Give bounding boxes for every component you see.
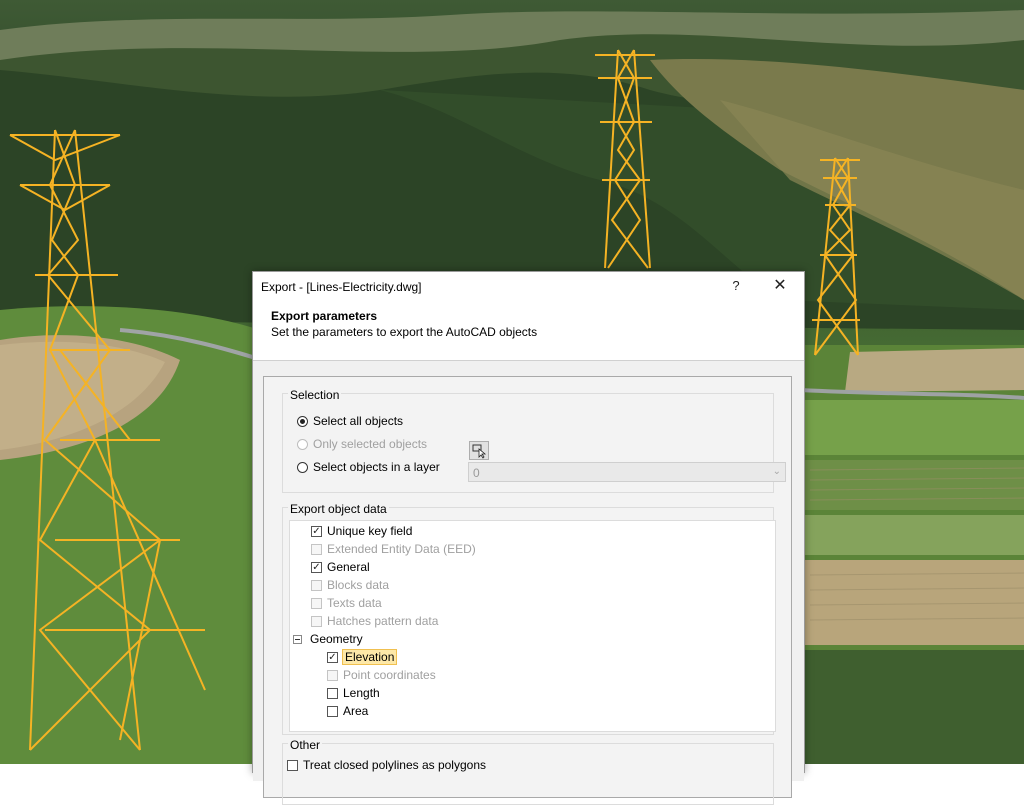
checkbox-texts[interactable] [311, 597, 322, 609]
dialog-titlebar[interactable]: Export - [Lines-Electricity.dwg] ? ✕ [253, 272, 804, 302]
selection-group: Selection Select all objects Only select… [282, 388, 786, 493]
header-subtitle: Set the parameters to export the AutoCAD… [271, 325, 538, 339]
tree-node-geometry-label: Geometry [310, 632, 363, 646]
tree-item-eed[interactable]: Extended Entity Data (EED) [311, 540, 476, 558]
tree-item-hatches[interactable]: Hatches pattern data [311, 612, 438, 630]
tree-item-label: General [327, 560, 370, 574]
checkbox-general[interactable] [311, 561, 322, 573]
tree-item-label: Hatches pattern data [327, 614, 439, 628]
checkbox-length[interactable] [327, 687, 338, 699]
dialog-title: Export - [Lines-Electricity.dwg] [261, 280, 422, 294]
checkbox-area[interactable] [327, 705, 338, 717]
radio-select-layer-label: Select objects in a layer [313, 460, 440, 474]
tree-item-area[interactable]: Area [327, 702, 368, 720]
layer-dropdown-value: 0 [473, 466, 480, 480]
other-group-label: Other [288, 738, 323, 752]
tree-item-label: Length [343, 686, 380, 700]
dialog-header: Export parameters Set the parameters to … [253, 302, 804, 361]
header-title: Export parameters [271, 309, 378, 323]
tree-item-label: Extended Entity Data (EED) [327, 542, 476, 556]
treat-closed-label: Treat closed polylines as polygons [303, 758, 486, 772]
tree-item-blocks[interactable]: Blocks data [311, 576, 389, 594]
export-data-tree[interactable]: Unique key field Extended Entity Data (E… [289, 520, 776, 732]
layer-dropdown[interactable]: 0 ⌄ [468, 462, 786, 482]
checkbox-treat-closed[interactable] [287, 759, 298, 771]
checkbox-point-coordinates[interactable] [327, 669, 338, 681]
checkbox-elevation[interactable] [327, 651, 338, 663]
tree-item-label: Elevation [341, 649, 398, 665]
tree-item-unique-key[interactable]: Unique key field [311, 522, 412, 540]
checkbox-hatches[interactable] [311, 615, 322, 627]
tree-item-texts[interactable]: Texts data [311, 594, 382, 612]
tree-item-length[interactable]: Length [327, 684, 380, 702]
export-object-data-label: Export object data [288, 502, 389, 516]
pick-objects-button[interactable] [469, 441, 489, 460]
tree-item-elevation[interactable]: Elevation [327, 648, 398, 666]
tree-item-label: Blocks data [327, 578, 390, 592]
checkbox-blocks[interactable] [311, 579, 322, 591]
radio-select-layer[interactable]: Select objects in a layer [297, 458, 440, 476]
checkbox-eed[interactable] [311, 543, 322, 555]
tree-item-label: Unique key field [327, 524, 413, 538]
tree-item-point-coordinates[interactable]: Point coordinates [327, 666, 436, 684]
radio-select-layer-indicator[interactable] [297, 461, 308, 473]
options-panel[interactable]: Selection Select all objects Only select… [263, 376, 792, 805]
chevron-down-icon: ⌄ [772, 466, 781, 477]
tree-item-general[interactable]: General [311, 558, 370, 576]
export-dialog: Export - [Lines-Electricity.dwg] ? ✕ Exp… [252, 271, 805, 805]
export-object-data-group: Export object data Unique key field Exte… [282, 502, 776, 735]
radio-only-selected[interactable]: Only selected objects [297, 435, 427, 453]
pick-cursor-icon [472, 444, 487, 459]
collapse-icon[interactable] [293, 634, 302, 644]
dialog-body: Selection Select all objects Only select… [253, 361, 804, 805]
radio-select-all[interactable]: Select all objects [297, 412, 403, 430]
radio-select-all-indicator[interactable] [297, 415, 308, 427]
checkbox-unique-key[interactable] [311, 525, 322, 537]
close-button[interactable]: ✕ [769, 276, 791, 296]
radio-only-selected-indicator[interactable] [297, 438, 308, 450]
tree-item-label: Point coordinates [343, 668, 436, 682]
other-group: Other Treat closed polylines as polygons [282, 738, 774, 805]
help-button[interactable]: ? [727, 276, 745, 296]
treat-closed-polylines-option[interactable]: Treat closed polylines as polygons [287, 756, 486, 774]
tree-item-label: Texts data [327, 596, 382, 610]
selection-group-label: Selection [288, 388, 342, 402]
tree-node-geometry[interactable]: Geometry [293, 630, 363, 648]
radio-select-all-label: Select all objects [313, 414, 404, 428]
tree-item-label: Area [343, 704, 369, 718]
radio-only-selected-label: Only selected objects [313, 437, 428, 451]
